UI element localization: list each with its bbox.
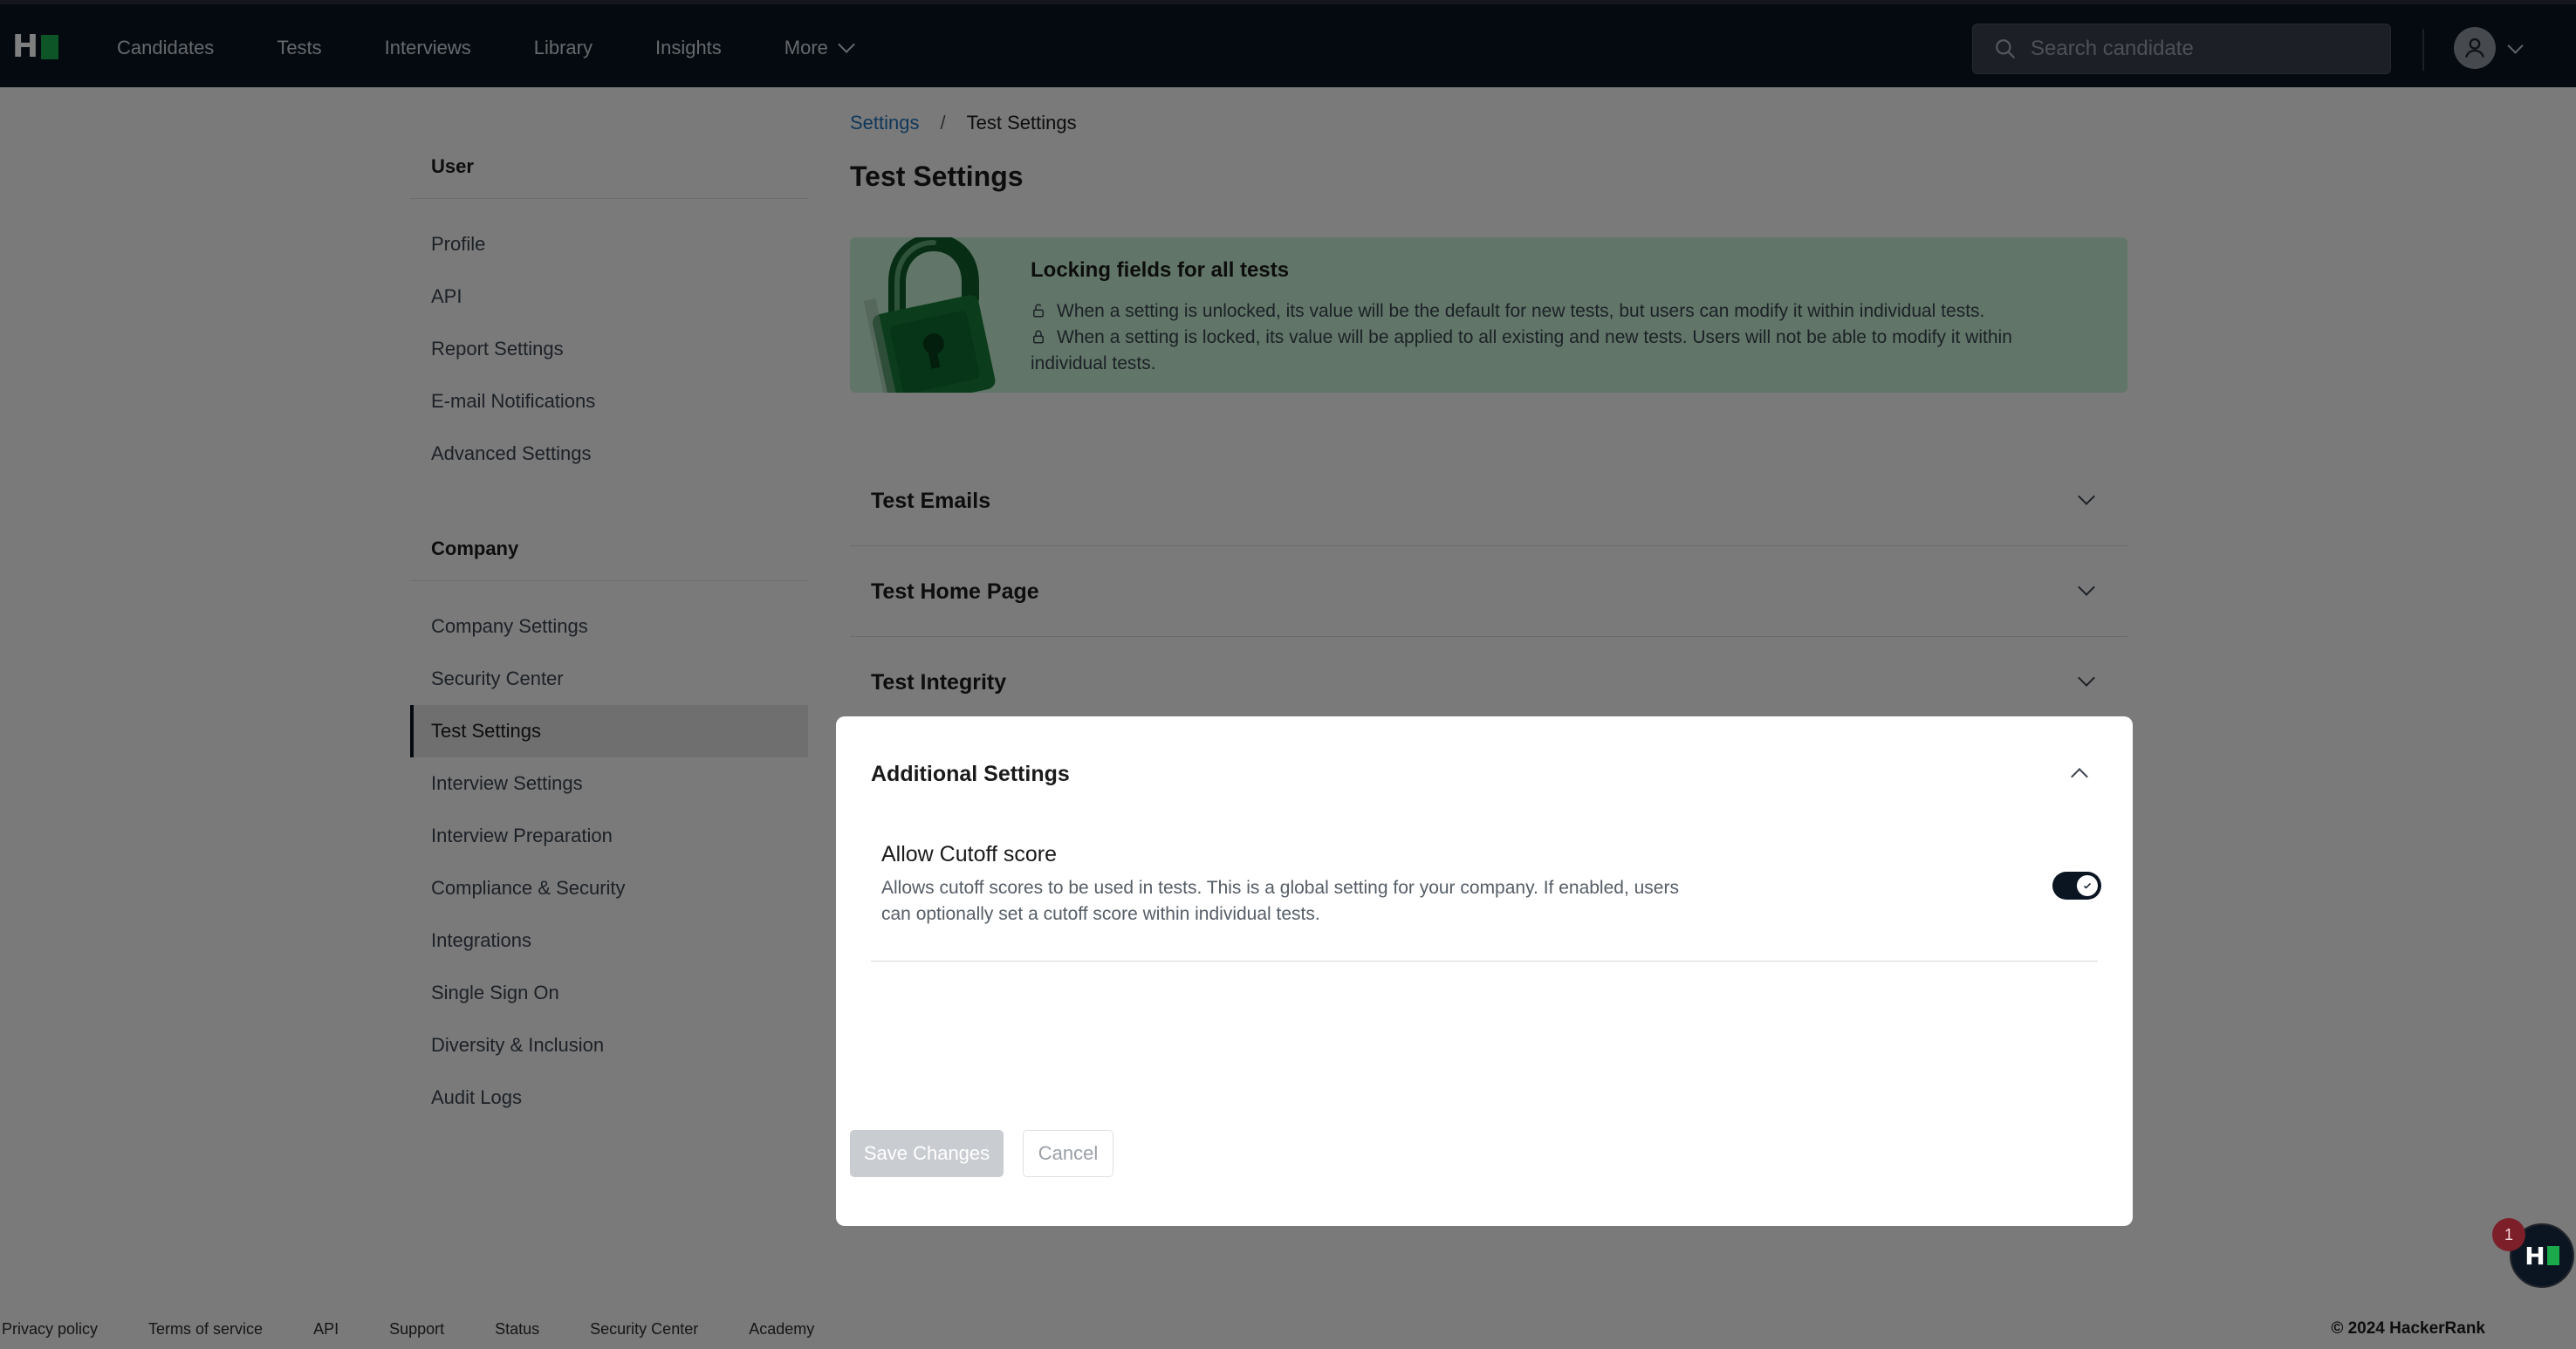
chat-logo-letter: H xyxy=(2525,1241,2545,1270)
cancel-button[interactable]: Cancel xyxy=(1023,1130,1113,1177)
notification-badge: 1 xyxy=(2492,1218,2525,1251)
cutoff-score-setting-title: Allow Cutoff score xyxy=(881,842,1058,866)
cutoff-score-toggle[interactable] xyxy=(2052,872,2101,900)
chat-logo-green-block xyxy=(2546,1246,2559,1265)
additional-settings-panel: Additional Settings Allow Cutoff score A… xyxy=(836,716,2133,1226)
cutoff-score-setting-description: Allows cutoff scores to be used in tests… xyxy=(881,878,1679,924)
save-changes-button[interactable]: Save Changes xyxy=(850,1130,1004,1177)
check-icon xyxy=(2083,882,2092,889)
chevron-up-icon[interactable] xyxy=(2071,768,2088,785)
toggle-knob xyxy=(2077,875,2098,896)
panel-divider xyxy=(871,961,2098,962)
panel-title: Additional Settings xyxy=(871,762,1070,786)
